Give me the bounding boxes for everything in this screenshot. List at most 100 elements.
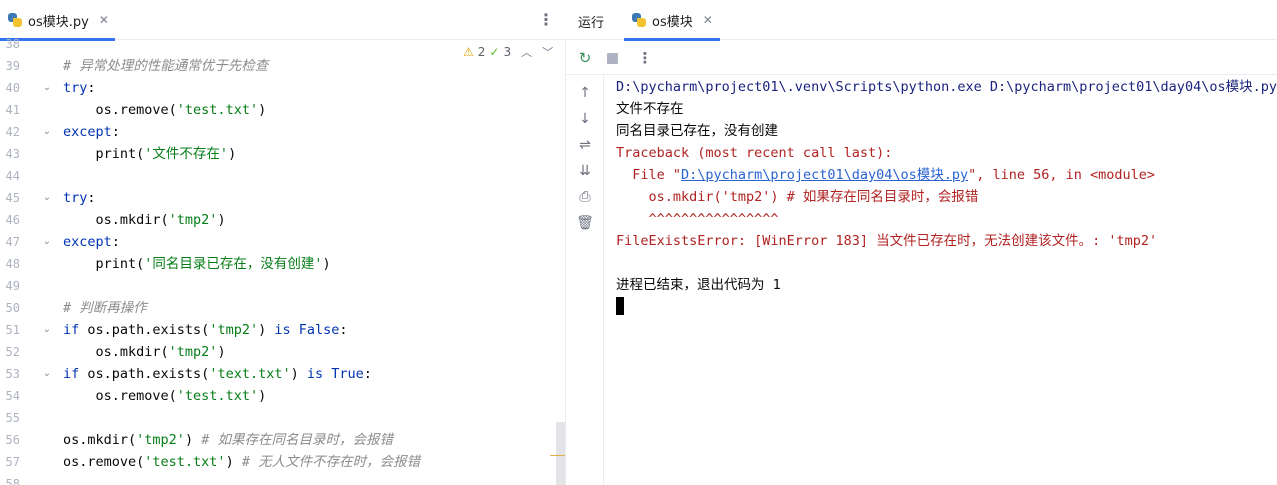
rerun-icon[interactable]: ↻ — [576, 49, 594, 67]
more-options-icon[interactable]: ⋮ — [538, 10, 554, 29]
code-line: if os.path.exists('tmp2') is False: — [63, 319, 348, 341]
editor-tab-bar: os模块.py ✕ ⋮ — [0, 0, 566, 41]
line-number-gutter: 38 39 40 ⌄ 41 42 ⌄ 43 44 45 ⌄ 46 47 ⌄ 48 49 50 51 ⌄ 52 53 ⌄ 54… — [0, 37, 60, 485]
fold-chevron-icon[interactable]: ⌄ — [42, 77, 52, 99]
line-number: 39 — [5, 59, 20, 73]
line-number: 47 — [5, 235, 20, 249]
code-line: except: — [63, 121, 120, 143]
line-number: 57 — [5, 455, 20, 469]
line-number: 56 — [5, 433, 20, 447]
tab-label: os模块.py — [28, 14, 89, 30]
code-token: try — [63, 80, 88, 96]
previous-highlight-icon[interactable]: ︿ — [521, 44, 532, 60]
console-line: ^^^^^^^^^^^^^^^^ — [616, 208, 779, 230]
code-token: os.mkdir( — [63, 344, 169, 360]
console-text: D:\pycharm\project01\.venv\Scripts\pytho… — [616, 79, 1277, 95]
code-token: except — [63, 234, 112, 250]
code-token: ) — [258, 388, 267, 404]
line-number: 40 — [5, 81, 20, 95]
line-number: 42 — [5, 125, 20, 139]
code-line: # 判断再操作 — [63, 297, 147, 319]
console-line: os.mkdir('tmp2') # 如果存在同名目录时，会报错 — [616, 186, 979, 208]
fold-chevron-icon[interactable]: ⌄ — [42, 363, 52, 385]
console-line: D:\pycharm\project01\.venv\Scripts\pytho… — [616, 76, 1277, 98]
line-number: 52 — [5, 345, 20, 359]
clear-all-icon[interactable]: 🗑 — [576, 214, 594, 232]
code-token: # 如果存在同名目录时，会报错 — [201, 432, 393, 448]
code-token: # 异常处理的性能通常优于先检查 — [63, 58, 269, 74]
scroll-up-icon[interactable]: ↑ — [576, 84, 594, 102]
console-text: Traceback (most recent call last): — [616, 145, 893, 161]
code-token: # 无人文件不存在时，会报错 — [241, 454, 421, 470]
code-token: os.mkdir( — [63, 432, 137, 448]
close-run-tab-icon[interactable]: ✕ — [703, 13, 713, 27]
scroll-to-end-icon[interactable]: ⇊ — [576, 162, 594, 180]
check-count: 3 — [503, 45, 512, 59]
code-token: os.remove( — [63, 102, 177, 118]
fold-chevron-icon[interactable]: ⌄ — [42, 187, 52, 209]
close-tab-icon[interactable]: ✕ — [99, 13, 109, 27]
code-token: except — [63, 124, 112, 140]
code-token: 'test.txt' — [176, 102, 259, 118]
console-text: File " — [616, 167, 682, 183]
line-number: 44 — [5, 169, 20, 183]
code-token: is False — [274, 322, 340, 338]
line-number: 58 — [5, 477, 20, 485]
print-icon[interactable]: ⎙ — [576, 188, 594, 206]
scrollbar-marker — [550, 455, 565, 456]
code-token: 'tmp2' — [168, 344, 218, 360]
editor-scrollbar[interactable] — [556, 422, 565, 485]
code-token: os.path.exists( — [79, 366, 210, 382]
code-token: try — [63, 190, 88, 206]
code-line: os.remove('test.txt') # 无人文件不存在时，会报错 — [63, 451, 420, 473]
code-token: ) — [322, 256, 331, 272]
console-line: 同名目录已存在，没有创建 — [616, 120, 778, 142]
run-tool-window: 运行 os模块 ✕ ↻ ⋮ ↑ ↓ ⇌ ⇊ ⎙ 🗑 D:\pycharm\pro… — [566, 0, 1277, 485]
code-line: os.mkdir('tmp2') — [63, 209, 226, 231]
more-actions-icon[interactable]: ⋮ — [636, 49, 654, 67]
line-number: 51 — [5, 323, 20, 337]
line-number: 45 — [5, 191, 20, 205]
line-number: 55 — [5, 411, 20, 425]
console-output[interactable]: D:\pycharm\project01\.venv\Scripts\pytho… — [616, 76, 1277, 485]
console-text: os.mkdir('tmp2') # 如果存在同名目录时，会报错 — [616, 189, 979, 205]
run-tab-bar: 运行 os模块 ✕ — [566, 0, 1277, 41]
code-area[interactable]: # 异常处理的性能通常优于先检查 try: os.remove('test.txt… — [63, 40, 543, 485]
code-token: os.path.exists( — [79, 322, 210, 338]
code-token: os.mkdir( — [63, 212, 169, 228]
fold-chevron-icon[interactable]: ⌄ — [42, 121, 52, 143]
line-number: 38 — [5, 37, 20, 51]
stop-button[interactable] — [603, 49, 621, 67]
code-token: print( — [63, 256, 145, 272]
inspection-widget[interactable]: ⚠ 2 ✓ 3 ︿ ﹀ — [463, 44, 553, 60]
fold-chevron-icon[interactable]: ⌄ — [42, 319, 52, 341]
code-token: ) — [228, 146, 237, 162]
editor-pane: os模块.py ✕ ⋮ 38 39 40 ⌄ 41 42 ⌄ 43 44 45 ⌄ 46 47 ⌄ 48 49… — [0, 0, 566, 485]
code-token: '同名目录已存在，没有创建' — [144, 256, 323, 272]
code-token: 'tmp2' — [136, 432, 185, 448]
code-token: 'tmp2' — [209, 322, 259, 338]
file-path-link[interactable]: D:\pycharm\project01\day04\os模块.py — [681, 167, 968, 183]
scroll-down-icon[interactable]: ↓ — [576, 110, 594, 128]
code-token: ) — [258, 322, 275, 338]
code-token: : — [111, 124, 120, 140]
soft-wrap-icon[interactable]: ⇌ — [576, 136, 594, 154]
warning-icon: ⚠ — [463, 45, 474, 59]
run-toolbar: ↻ ⋮ — [566, 41, 1277, 75]
code-line: os.mkdir('tmp2') — [63, 341, 226, 363]
line-number: 43 — [5, 147, 20, 161]
console-line: Traceback (most recent call last): — [616, 142, 892, 164]
line-number: 41 — [5, 103, 20, 117]
next-highlight-icon[interactable]: ﹀ — [542, 44, 553, 60]
code-token: ) — [258, 102, 267, 118]
console-cursor — [616, 297, 624, 315]
run-tab-os-module[interactable]: os模块 ✕ — [624, 0, 720, 41]
code-line: print('文件不存在') — [63, 143, 237, 165]
console-line: 进程已结束，退出代码为 1 — [616, 274, 781, 296]
python-file-icon — [8, 13, 22, 27]
fold-chevron-icon[interactable]: ⌄ — [42, 231, 52, 253]
console-text: ^^^^^^^^^^^^^^^^ — [616, 211, 779, 227]
run-tab-label: os模块 — [652, 14, 693, 30]
stop-icon — [606, 52, 618, 64]
code-line: os.mkdir('tmp2') # 如果存在同名目录时，会报错 — [63, 429, 393, 451]
